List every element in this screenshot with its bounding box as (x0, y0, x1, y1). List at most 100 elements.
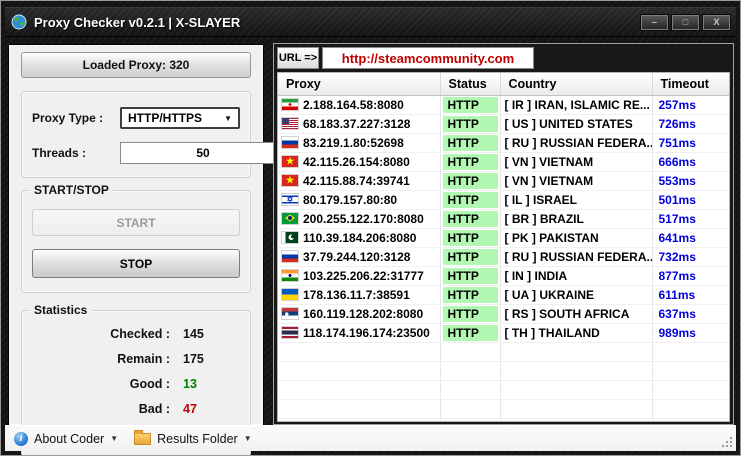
table-row[interactable]: 80.179.157.80:80HTTP[ IL ] ISRAEL501ms (278, 190, 729, 209)
flag-in-icon (282, 270, 298, 281)
table-row[interactable]: 103.225.206.22:31777HTTP[ IN ] INDIA877m… (278, 266, 729, 285)
stat-label: Bad : (32, 402, 170, 416)
results-folder-menu[interactable]: Results Folder ▼ (134, 432, 252, 446)
results-panel: URL => ProxyStatusCountryTimeout 2.188.1… (273, 43, 734, 425)
flag-pk-icon (282, 232, 298, 243)
status-badge: HTTP (443, 116, 498, 132)
proxy-cell: 103.225.206.22:31777 (278, 266, 440, 285)
empty-row (278, 361, 729, 380)
column-header-timeout[interactable]: Timeout (652, 73, 729, 95)
statusbar: i About Coder ▼ Results Folder ▼ (5, 425, 736, 451)
proxy-type-value: HTTP/HTTPS (128, 111, 202, 125)
timeout-cell: 989ms (652, 323, 729, 342)
status-badge: HTTP (443, 211, 498, 227)
stat-row: Checked :145 (32, 327, 240, 341)
status-cell: HTTP (440, 209, 500, 228)
timeout-cell: 641ms (652, 228, 729, 247)
proxy-table: ProxyStatusCountryTimeout 2.188.164.58:8… (277, 72, 730, 422)
table-row[interactable]: 42.115.26.154:8080HTTP[ VN ] VIETNAM666m… (278, 152, 729, 171)
flag-ua-icon (282, 289, 298, 300)
resize-grip[interactable] (721, 436, 732, 447)
proxy-cell: 42.115.88.74:39741 (278, 171, 440, 190)
proxy-address: 160.119.128.202:8080 (303, 307, 423, 321)
window-controls: – □ X (637, 15, 730, 30)
column-header-proxy[interactable]: Proxy (278, 73, 440, 95)
table-row[interactable]: 68.183.37.227:3128HTTP[ US ] UNITED STAT… (278, 114, 729, 133)
empty-row (278, 380, 729, 399)
table-row[interactable]: 42.115.88.74:39741HTTP[ VN ] VIETNAM553m… (278, 171, 729, 190)
empty-row (278, 418, 729, 422)
status-cell: HTTP (440, 152, 500, 171)
status-badge: HTTP (443, 154, 498, 170)
column-header-status[interactable]: Status (440, 73, 500, 95)
url-input[interactable] (322, 47, 534, 69)
timeout-cell: 553ms (652, 171, 729, 190)
proxy-cell: 110.39.184.206:8080 (278, 228, 440, 247)
proxy-cell: 83.219.1.80:52698 (278, 133, 440, 152)
threads-input[interactable] (121, 143, 285, 163)
country-cell: [ PK ] PAKISTAN (500, 228, 652, 247)
start-button[interactable]: START (32, 209, 240, 236)
about-coder-label: About Coder (34, 432, 104, 446)
statistics-list: Checked :145Remain :175Good :13Bad :47Er… (32, 327, 240, 441)
status-cell: HTTP (440, 247, 500, 266)
proxy-type-select[interactable]: HTTP/HTTPS ▼ (120, 107, 240, 129)
table-row[interactable]: 2.188.164.58:8080HTTP[ IR ] IRAN, ISLAMI… (278, 95, 729, 114)
timeout-cell: 666ms (652, 152, 729, 171)
stat-value: 47 (183, 402, 197, 416)
status-cell: HTTP (440, 323, 500, 342)
flag-br-icon (282, 213, 298, 224)
threads-label: Threads : (32, 146, 120, 160)
timeout-cell: 611ms (652, 285, 729, 304)
stop-button[interactable]: STOP (32, 249, 240, 278)
table-row[interactable]: 110.39.184.206:8080HTTP[ PK ] PAKISTAN64… (278, 228, 729, 247)
table-header-row: ProxyStatusCountryTimeout (278, 73, 729, 95)
table-row[interactable]: 83.219.1.80:52698HTTP[ RU ] RUSSIAN FEDE… (278, 133, 729, 152)
proxy-address: 42.115.26.154:8080 (303, 155, 410, 169)
proxy-address: 68.183.37.227:3128 (303, 117, 410, 131)
close-button[interactable]: X (703, 15, 730, 30)
timeout-cell: 726ms (652, 114, 729, 133)
url-label: URL => (277, 47, 319, 69)
status-cell: HTTP (440, 171, 500, 190)
proxy-cell: 68.183.37.227:3128 (278, 114, 440, 133)
table-row[interactable]: 200.255.122.170:8080HTTP[ BR ] BRAZIL517… (278, 209, 729, 228)
status-badge: HTTP (443, 325, 498, 341)
column-header-country[interactable]: Country (500, 73, 652, 95)
statistics-group-label: Statistics (30, 303, 91, 317)
proxy-cell: 37.79.244.120:3128 (278, 247, 440, 266)
status-badge: HTTP (443, 249, 498, 265)
table-row[interactable]: 160.119.128.202:8080HTTP[ RS ] SOUTH AFR… (278, 304, 729, 323)
table-row[interactable]: 118.174.196.174:23500 HTTP[ TH ] THAILAND… (278, 323, 729, 342)
stat-value: 175 (183, 352, 204, 366)
about-coder-menu[interactable]: i About Coder ▼ (14, 432, 118, 446)
sidebar: Loaded Proxy: 320 Proxy Type : HTTP/HTTP… (9, 45, 263, 425)
window-title: Proxy Checker v0.2.1 | X-SLAYER (34, 15, 240, 30)
maximize-button[interactable]: □ (672, 15, 699, 30)
start-stop-group-label: START/STOP (30, 183, 113, 197)
start-stop-groupbox: START/STOP START STOP (21, 190, 251, 293)
stat-label: Checked : (32, 327, 170, 341)
stat-row: Good :13 (32, 377, 240, 391)
proxy-address: 42.115.88.74:39741 (303, 174, 410, 188)
country-cell: [ BR ] BRAZIL (500, 209, 652, 228)
proxy-address: 118.174.196.174:23500 (303, 326, 430, 340)
status-badge: HTTP (443, 287, 498, 303)
proxy-address: 37.79.244.120:3128 (303, 250, 410, 264)
timeout-cell: 501ms (652, 190, 729, 209)
stat-label: Remain : (32, 352, 170, 366)
timeout-cell: 732ms (652, 247, 729, 266)
loaded-proxy-button[interactable]: Loaded Proxy: 320 (21, 52, 251, 78)
timeout-cell: 517ms (652, 209, 729, 228)
folder-icon (134, 433, 151, 445)
country-cell: [ RU ] RUSSIAN FEDERA... (500, 247, 652, 266)
status-cell: HTTP (440, 95, 500, 114)
stat-value: 13 (183, 377, 197, 391)
app-window: Proxy Checker v0.2.1 | X-SLAYER – □ X Lo… (0, 0, 741, 456)
status-badge: HTTP (443, 97, 498, 113)
table-row[interactable]: 37.79.244.120:3128 HTTP[ RU ] RUSSIAN FED… (278, 247, 729, 266)
country-cell: [ TH ] THAILAND (500, 323, 652, 342)
table-row[interactable]: 178.136.11.7:38591HTTP[ UA ] UKRAINE611m… (278, 285, 729, 304)
proxy-address: 83.219.1.80:52698 (303, 136, 404, 150)
minimize-button[interactable]: – (641, 15, 668, 30)
